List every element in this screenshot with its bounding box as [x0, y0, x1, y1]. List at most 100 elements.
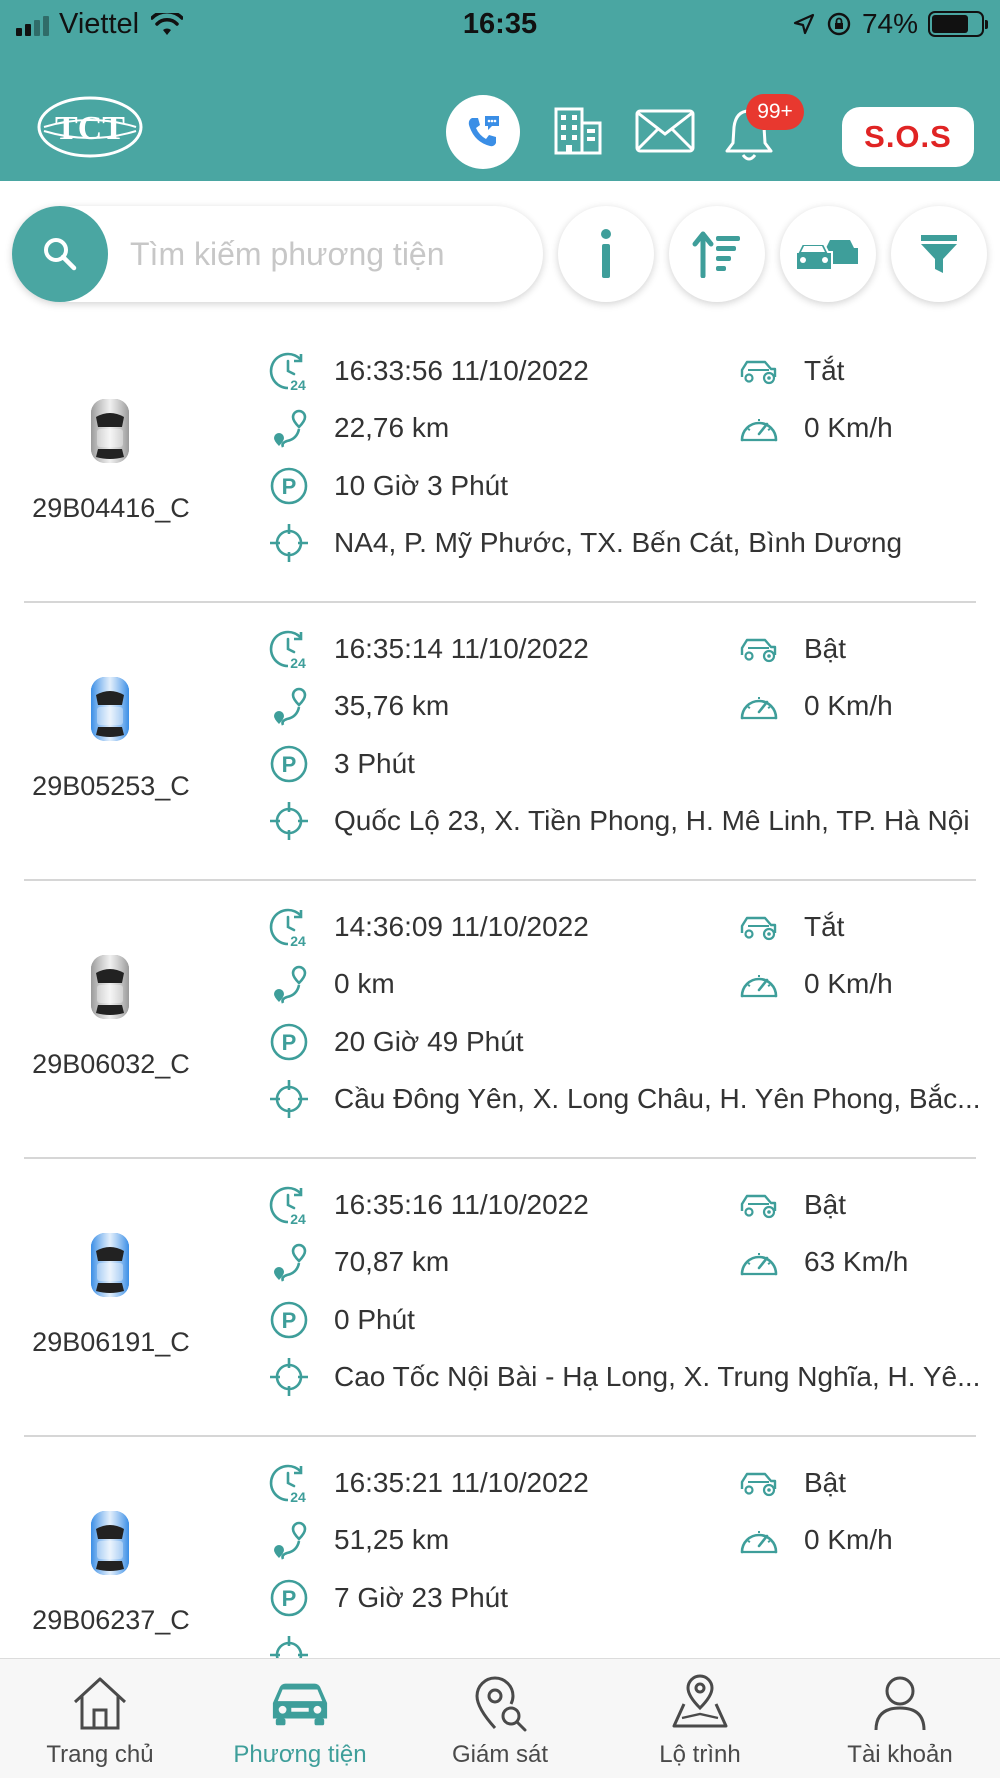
vehicle-list: 29B04416_C 24 16:33:56 11/10/2022 22,76 … — [0, 335, 1000, 1658]
building-icon — [554, 107, 602, 155]
distance-text: 0 km — [334, 968, 395, 999]
search-bar — [12, 206, 543, 302]
nav-route[interactable]: Lộ trình — [600, 1659, 800, 1778]
timestamp-row: 24 16:35:16 11/10/2022 — [266, 1183, 589, 1227]
clock-24h-icon: 24 — [266, 1461, 312, 1505]
nav-label: Giám sát — [451, 1741, 549, 1768]
route-distance-icon — [266, 1518, 312, 1562]
nav-label: Lộ trình — [659, 1741, 741, 1768]
route-distance-icon — [266, 1240, 312, 1284]
svg-text:24: 24 — [290, 933, 306, 948]
row-divider — [24, 1435, 976, 1437]
vehicle-plate: 29B06032_C — [32, 1049, 190, 1079]
call-button[interactable] — [446, 95, 520, 169]
location-target-icon — [266, 1633, 312, 1658]
address-text: Quốc Lộ 23, X. Tiền Phong, H. Mê Linh, T… — [334, 805, 970, 836]
info-button[interactable] — [558, 206, 654, 302]
vehicle-item[interactable]: 29B06237_C 24 16:35:21 11/10/2022 51,25 … — [0, 1447, 1000, 1658]
nav-account[interactable]: Tài khoản — [800, 1659, 1000, 1778]
speed-text: 63 Km/h — [804, 1246, 909, 1277]
rotation-lock-icon — [827, 12, 851, 36]
vehicle-group-button[interactable] — [780, 206, 876, 302]
nav-monitoring[interactable]: Giám sát — [400, 1659, 600, 1778]
vehicle-item[interactable]: 29B05253_C 24 16:35:14 11/10/2022 35,76 … — [0, 613, 1000, 891]
speed-text: 0 Km/h — [804, 690, 893, 721]
tct-logo: TCT — [37, 96, 143, 158]
route-distance-icon — [266, 684, 312, 728]
user-icon — [870, 1673, 930, 1733]
nav-vehicles[interactable]: Phương tiện — [200, 1659, 400, 1778]
parking-icon: P — [266, 742, 312, 786]
engine-status-icon — [736, 905, 782, 949]
app-header: Viettel 16:35 74% TCT 99+ S.O.S — [0, 0, 1000, 181]
filter-button[interactable] — [891, 206, 987, 302]
search-button[interactable] — [12, 206, 108, 302]
parking-row: P 3 Phút — [266, 742, 415, 786]
nav-label: Trang chủ — [46, 1741, 154, 1768]
distance-text: 70,87 km — [334, 1246, 450, 1277]
status-right: 74% — [792, 8, 988, 40]
route-distance-icon — [266, 962, 312, 1006]
location-arrow-icon — [793, 13, 815, 35]
car-icon — [270, 1673, 330, 1733]
timestamp-text: 14:36:09 11/10/2022 — [334, 911, 589, 942]
parked-duration-text: 20 Giờ 49 Phút — [334, 1026, 524, 1057]
mail-icon — [635, 109, 695, 153]
route-map-icon — [670, 1673, 730, 1733]
engine-row: Bật — [736, 1183, 846, 1227]
svg-text:24: 24 — [290, 1211, 306, 1226]
timestamp-row: 24 16:33:56 11/10/2022 — [266, 349, 589, 393]
message-button[interactable] — [634, 108, 696, 154]
speed-row: 63 Km/h — [736, 1240, 908, 1284]
clock-24h-icon: 24 — [266, 1183, 312, 1227]
parking-icon: P — [266, 1576, 312, 1620]
parking-icon: P — [266, 1020, 312, 1064]
car-top-icon — [91, 677, 129, 741]
sos-button[interactable]: S.O.S — [842, 107, 974, 167]
info-icon — [601, 229, 611, 278]
speedometer-icon — [736, 1518, 782, 1562]
parking-row: P 0 Phút — [266, 1298, 415, 1342]
search-input[interactable] — [130, 226, 530, 282]
sort-button[interactable] — [669, 206, 765, 302]
parking-row: P 10 Giờ 3 Phút — [266, 464, 508, 508]
vehicle-item[interactable]: 29B06032_C 24 14:36:09 11/10/2022 0 km P… — [0, 891, 1000, 1169]
company-button[interactable] — [550, 103, 606, 159]
status-bar: Viettel 16:35 74% — [0, 0, 1000, 50]
address-text: NA4, P. Mỹ Phước, TX. Bến Cát, Bình Dươn… — [334, 527, 903, 558]
bottom-navigation: Trang chủ Phương tiện Giám sát Lộ trình … — [0, 1658, 1000, 1778]
nav-label: Tài khoản — [847, 1741, 953, 1768]
clock-24h-icon: 24 — [266, 627, 312, 671]
route-distance-icon — [266, 406, 312, 450]
svg-text:24: 24 — [290, 377, 306, 392]
timestamp-row: 24 14:36:09 11/10/2022 — [266, 905, 589, 949]
distance-text: 22,76 km — [334, 412, 450, 443]
distance-text: 51,25 km — [334, 1524, 450, 1555]
parking-icon: P — [266, 464, 312, 508]
nav-home[interactable]: Trang chủ — [0, 1659, 200, 1778]
speedometer-icon — [736, 962, 782, 1006]
timestamp-text: 16:35:21 11/10/2022 — [334, 1467, 589, 1498]
address-row — [266, 1633, 334, 1658]
engine-status-icon — [736, 349, 782, 393]
engine-row: Bật — [736, 1461, 846, 1505]
address-row: Quốc Lộ 23, X. Tiền Phong, H. Mê Linh, T… — [266, 799, 970, 843]
address-row: Cầu Đông Yên, X. Long Châu, H. Yên Phong… — [266, 1077, 981, 1121]
engine-status-text: Bật — [804, 633, 847, 664]
speed-text: 0 Km/h — [804, 412, 893, 443]
distance-row: 70,87 km — [266, 1240, 449, 1284]
engine-row: Bật — [736, 627, 846, 671]
cars-icon — [796, 240, 858, 271]
speed-row: 0 Km/h — [736, 684, 893, 728]
vehicle-item[interactable]: 29B04416_C 24 16:33:56 11/10/2022 22,76 … — [0, 335, 1000, 613]
battery-percent: 74% — [861, 8, 918, 39]
engine-status-icon — [736, 1461, 782, 1505]
svg-text:P: P — [282, 1308, 297, 1333]
vehicle-item[interactable]: 29B06191_C 24 16:35:16 11/10/2022 70,87 … — [0, 1169, 1000, 1447]
speed-row: 0 Km/h — [736, 1518, 893, 1562]
location-search-icon — [470, 1673, 530, 1733]
svg-text:24: 24 — [290, 655, 306, 670]
engine-status-text: Tắt — [804, 355, 845, 386]
distance-row: 51,25 km — [266, 1518, 449, 1562]
engine-row: Tắt — [736, 905, 844, 949]
